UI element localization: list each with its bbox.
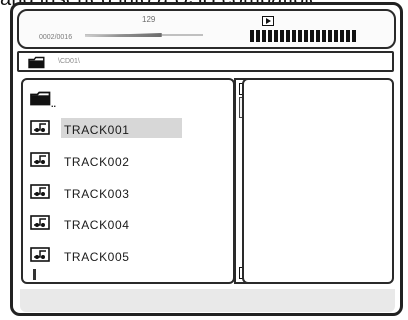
folder-icon (28, 56, 45, 69)
playback-progress[interactable] (85, 27, 203, 40)
audio-file-icon (30, 247, 50, 262)
level-bar (298, 30, 302, 42)
file-list-panel: .. TRACK001 TRACK002 TRACK003 TRACK004 T… (21, 78, 235, 284)
folder-up-icon (30, 91, 51, 106)
level-bar (334, 30, 338, 42)
level-bar (292, 30, 296, 42)
audio-file-icon (30, 184, 50, 199)
track-row-3[interactable]: TRACK003 (30, 182, 228, 204)
screen-canvas: and inserted into a USB compatible 129 0… (0, 0, 408, 320)
track-number-readout: 129 (142, 15, 156, 24)
level-bar (346, 30, 350, 42)
level-bar (316, 30, 320, 42)
playback-status-panel: 129 0002/0016 (17, 9, 396, 49)
partial-file-icon (33, 269, 36, 280)
parent-folder-row[interactable]: .. (30, 88, 228, 109)
level-bar (310, 30, 314, 42)
parent-folder-label: .. (51, 99, 57, 109)
track-row-4[interactable]: TRACK004 (30, 213, 228, 235)
track-label: TRACK002 (64, 155, 130, 169)
level-bar (340, 30, 344, 42)
file-browser: .. TRACK001 TRACK002 TRACK003 TRACK004 T… (21, 78, 394, 286)
preview-panel (242, 78, 394, 284)
track-row-5[interactable]: TRACK005 (30, 245, 228, 267)
track-label: TRACK005 (64, 250, 130, 264)
track-label: TRACK001 (64, 123, 130, 137)
level-bar (328, 30, 332, 42)
level-bar (250, 30, 254, 42)
track-row-2[interactable]: TRACK002 (30, 150, 228, 172)
level-bar (268, 30, 272, 42)
level-bar (352, 30, 356, 42)
audio-file-icon (30, 152, 50, 167)
play-time-readout: 0002/0016 (39, 34, 73, 41)
level-bar (262, 30, 266, 42)
level-bar (322, 30, 326, 42)
level-bar (304, 30, 308, 42)
path-bar: \CD01\ (17, 51, 394, 72)
level-bar (274, 30, 278, 42)
track-row-1[interactable]: TRACK001 (30, 118, 228, 140)
track-label: TRACK004 (64, 218, 130, 232)
level-bar (286, 30, 290, 42)
level-bar (280, 30, 284, 42)
partially-visible-row[interactable] (30, 269, 228, 280)
track-label: TRACK003 (64, 187, 130, 201)
audio-file-icon (30, 120, 50, 135)
level-bar (256, 30, 260, 42)
audio-file-icon (30, 215, 50, 230)
bottom-status-bar (20, 289, 395, 312)
current-path: \CD01\ (58, 58, 80, 65)
audio-level-bars (250, 29, 392, 42)
play-icon[interactable] (262, 16, 274, 26)
